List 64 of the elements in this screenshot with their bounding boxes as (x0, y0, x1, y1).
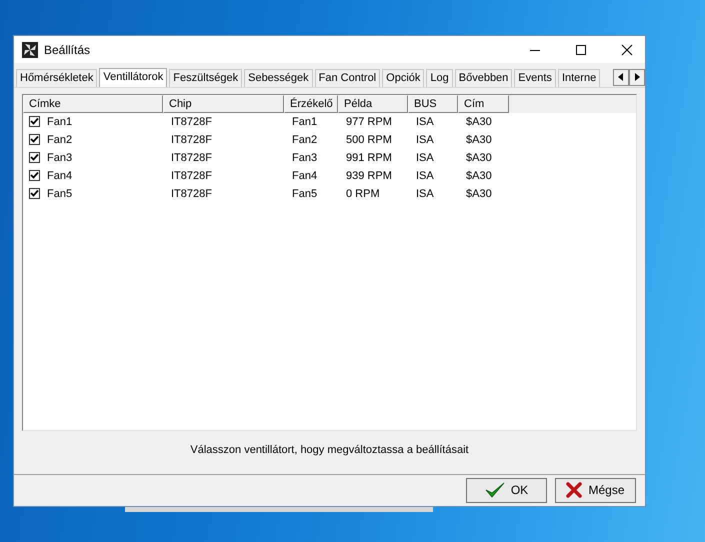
table-cell: Fan4 (47, 170, 72, 182)
tab[interactable]: Bővebben (454, 68, 512, 87)
tab[interactable]: Opciók (382, 68, 424, 87)
window-title: Beállítás (44, 42, 90, 57)
checkbox[interactable] (29, 170, 40, 182)
tab[interactable]: Hőmérsékletek (16, 68, 98, 87)
table-cell: Fan5 (292, 188, 318, 200)
checkbox[interactable] (29, 134, 40, 146)
column-header[interactable]: Érzékelő (284, 94, 338, 113)
table-cell: IT8728F (171, 188, 212, 200)
cross-icon (566, 482, 582, 498)
table-cell: ISA (416, 134, 434, 146)
close-icon[interactable] (621, 44, 633, 56)
scroll-right-button[interactable] (629, 68, 645, 86)
column-header[interactable]: Cím (458, 94, 509, 113)
column-header[interactable]: BUS (408, 94, 458, 113)
table-cell: ISA (416, 188, 434, 200)
table-cell: $A30 (466, 188, 492, 200)
tab[interactable]: Log (426, 68, 453, 87)
tab[interactable]: Ventillátorok (99, 68, 168, 87)
table-cell: 977 RPM (346, 116, 392, 128)
table-cell: Fan1 (292, 116, 318, 128)
tab[interactable]: Fan Control (314, 68, 380, 87)
table-cell: $A30 (466, 170, 492, 182)
table-cell: Fan2 (292, 134, 318, 146)
table-cell: IT8728F (171, 170, 212, 182)
checkbox[interactable] (29, 152, 40, 164)
table-cell: Fan2 (47, 134, 72, 146)
table-cell: IT8728F (171, 116, 212, 128)
table-cell: ISA (416, 116, 434, 128)
table-cell: ISA (416, 152, 434, 164)
checkbox[interactable] (29, 188, 40, 200)
table-cell: $A30 (466, 134, 492, 146)
fan-icon (22, 42, 38, 58)
tab[interactable]: Interne (558, 68, 600, 87)
table-cell: Fan3 (47, 152, 72, 164)
scroll-left-button[interactable] (613, 68, 629, 86)
table-cell: Fan4 (292, 170, 318, 182)
tab[interactable]: Feszültségek (169, 68, 242, 87)
column-header[interactable]: Chip (163, 94, 284, 113)
column-header[interactable]: Címke (23, 94, 163, 113)
table-cell: $A30 (466, 152, 492, 164)
table-cell: IT8728F (171, 134, 212, 146)
tab[interactable]: Events (514, 68, 556, 87)
table-cell: $A30 (466, 116, 492, 128)
table-cell: 0 RPM (346, 188, 380, 200)
table-cell: 939 RPM (346, 170, 392, 182)
ok-button[interactable]: OK (466, 478, 547, 503)
table-cell: ISA (416, 170, 434, 182)
table-cell: Fan5 (47, 188, 72, 200)
column-header[interactable]: Példa (338, 94, 408, 113)
left-triangle-icon (618, 73, 624, 82)
right-triangle-icon (634, 73, 640, 82)
tab[interactable]: Sebességek (244, 68, 313, 87)
hint-text: Válasszon ventillátort, hogy megváltoztassa a beállításait (189, 442, 470, 458)
checkmark-icon (484, 481, 505, 500)
checkbox[interactable] (29, 116, 40, 128)
table-cell: Fan3 (292, 152, 318, 164)
maximize-icon[interactable] (575, 44, 587, 56)
cancel-button[interactable]: Mégse (555, 478, 636, 503)
table-cell: 500 RPM (346, 134, 392, 146)
table-cell: IT8728F (171, 152, 212, 164)
table-cell: Fan1 (47, 116, 72, 128)
table-cell: 991 RPM (346, 152, 392, 164)
